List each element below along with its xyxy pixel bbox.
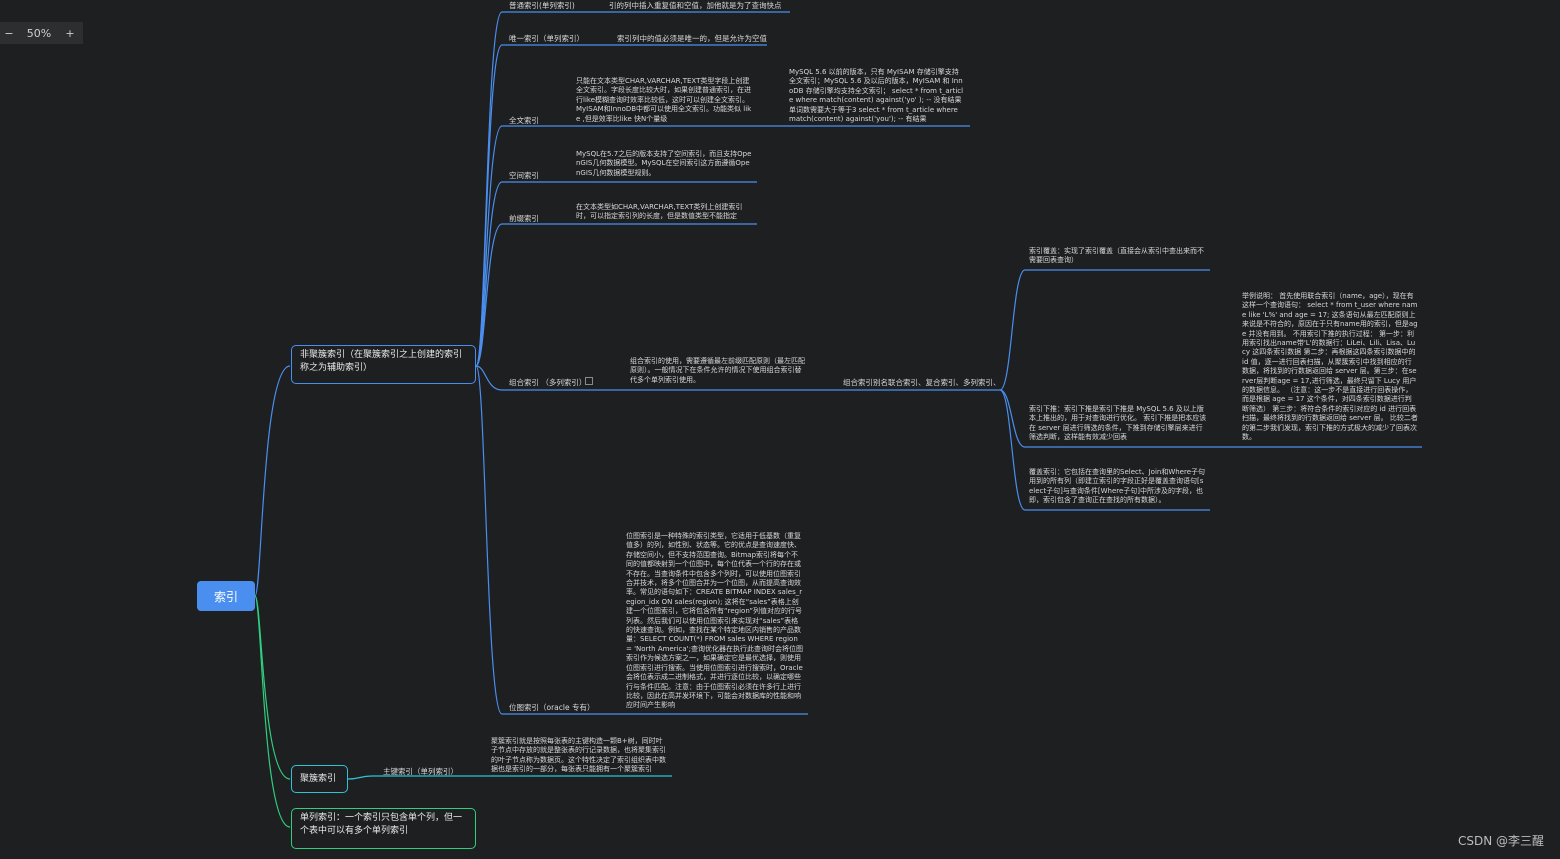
label-prefix-index[interactable]: 前缀索引 bbox=[509, 213, 539, 224]
edge-root-clustered bbox=[254, 595, 291, 780]
desc-prefix-index: 在文本类型如CHAR,VARCHAR,TEXT类列上创建索引时，可以指定索引列的… bbox=[576, 203, 743, 221]
watermark: CSDN @李三醒 bbox=[1457, 834, 1544, 848]
note-icon[interactable] bbox=[585, 377, 593, 385]
zoom-control: − 50% + bbox=[0, 22, 83, 44]
zoom-out-button[interactable]: − bbox=[0, 27, 18, 40]
zoom-in-button[interactable]: + bbox=[60, 27, 80, 40]
label-spatial-index[interactable]: 空间索引 bbox=[509, 170, 539, 181]
label-unique-index[interactable]: 唯一索引（单列索引） bbox=[509, 33, 584, 44]
desc-fulltext-index: 只能在文本类型CHAR,VARCHAR,TEXT类型字段上创建全文索引。字段长度… bbox=[576, 77, 752, 123]
edge-root-nonclustered bbox=[254, 365, 291, 597]
node-nonclustered[interactable]: 非聚簇索引（在聚簇索引之上创建的索引称之为辅助索引） bbox=[291, 345, 476, 384]
pushdown-example: 举例说明： 首先使用联合索引（name，age），现在有这样一个查询语句： se… bbox=[1242, 292, 1418, 442]
index-condition-pushdown[interactable]: 索引下推：索引下推是索引下推是 MySQL 5.6 及以上版本上推出的，用于对查… bbox=[1029, 405, 1207, 443]
root-node[interactable]: 索引 bbox=[197, 581, 255, 611]
label-bitmap-index[interactable]: 位图索引（oracle 专有） bbox=[509, 702, 594, 713]
label-fulltext-index[interactable]: 全文索引 bbox=[509, 115, 539, 126]
composite-alias[interactable]: 组合索引别名联合索引、复合索引、多列索引、 bbox=[843, 377, 1001, 388]
node-clustered[interactable]: 聚簇索引 bbox=[291, 765, 348, 793]
covering-index-top[interactable]: 索引覆盖：实现了索引覆盖（直接会从索引中查出来而不需要回表查询） bbox=[1029, 247, 1207, 266]
desc-normal-index: 引的列中插入重复值和空值，加他就是为了查询快点 bbox=[609, 1, 782, 10]
desc-unique-index: 索引列中的值必须是唯一的，但是允许为空值 bbox=[617, 34, 767, 43]
desc-bitmap-index: 位图索引是一种特殊的索引类型，它适用于低基数（重复值多）的列，如性别、状态等。它… bbox=[626, 532, 803, 710]
label-normal-index[interactable]: 普通索引(单列索引) bbox=[509, 0, 575, 11]
label-primary-key-index[interactable]: 主键索引（单列索引） bbox=[383, 766, 458, 777]
label-composite-index[interactable]: 组合索引 （多列索引） bbox=[509, 377, 586, 388]
note-fulltext-index: MySQL 5.6 以前的版本，只有 MyISAM 存储引擎支持全文索引；MyS… bbox=[789, 68, 964, 124]
desc-primary-key-index: 聚簇索引就是按照每张表的主键构造一颗B+树，同时叶子节点中存放的就是整张表的行记… bbox=[491, 737, 666, 774]
zoom-level: 50% bbox=[26, 26, 52, 40]
desc-spatial-index: MySQL在5.7之后的版本支持了空间索引，而且支持OpenGIS几何数据模型。… bbox=[576, 150, 752, 177]
desc-composite-index: 组合索引的使用，需要遵循最左前缀匹配原则（最左匹配原则）。一般情况下在条件允许的… bbox=[630, 357, 805, 384]
node-single-column[interactable]: 单列索引：一个索引只包含单个列，但一个表中可以有多个单列索引 bbox=[291, 808, 476, 849]
covering-index-bottom[interactable]: 覆盖索引：它包括在查询里的Select、Join和Where子句用到的所有列（即… bbox=[1029, 468, 1207, 506]
